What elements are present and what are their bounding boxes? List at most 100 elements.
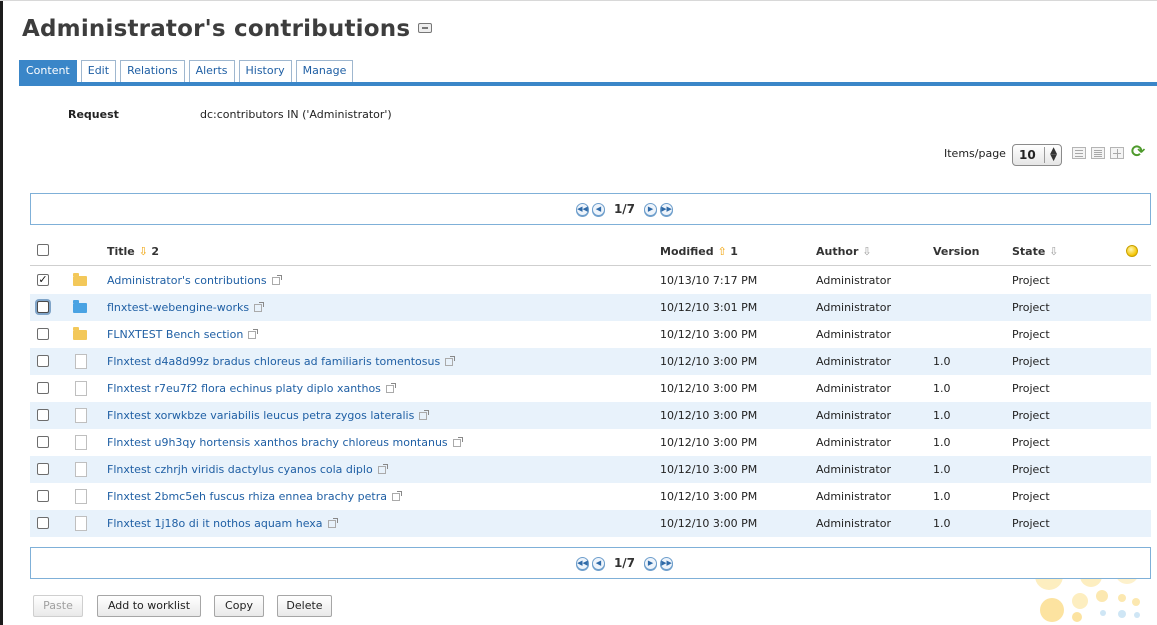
- table-row[interactable]: Flnxtest r7eu7f2 flora echinus platy dip…: [30, 375, 1151, 402]
- open-in-new-window-icon[interactable]: [445, 356, 455, 366]
- row-author: Administrator: [816, 409, 891, 422]
- items-per-page-label: Items/page: [944, 147, 1006, 160]
- tab-history[interactable]: History: [238, 60, 292, 82]
- table-row[interactable]: FLNXTEST Bench section 10/12/10 3:00 PM Ad…: [30, 321, 1151, 348]
- row-version: 1.0: [933, 463, 951, 476]
- row-modified: 10/12/10 3:00 PM: [660, 409, 758, 422]
- first-page-icon[interactable]: ◀◀: [575, 556, 589, 570]
- sort-up-icon: ⇧: [717, 245, 731, 258]
- row-title-link[interactable]: Flnxtest d4a8d99z bradus chloreus ad fam…: [107, 355, 440, 368]
- row-title-link[interactable]: FLNXTEST Bench section: [107, 328, 243, 341]
- select-all-checkbox[interactable]: [37, 244, 49, 256]
- request-label: Request: [68, 108, 119, 121]
- delete-button[interactable]: Delete: [277, 595, 332, 617]
- tab-alerts[interactable]: Alerts: [188, 60, 235, 82]
- add-to-worklist-button[interactable]: Add to worklist: [97, 595, 201, 617]
- folder-icon: [73, 327, 87, 340]
- row-checkbox[interactable]: [37, 517, 49, 529]
- column-modified-label: Modified: [660, 245, 714, 258]
- row-title-link[interactable]: flnxtest-webengine-works: [107, 301, 249, 314]
- row-title-link[interactable]: Flnxtest 1j18o di it nothos aquam hexa: [107, 517, 323, 530]
- row-author: Administrator: [816, 274, 891, 287]
- open-in-new-window-icon[interactable]: [378, 464, 388, 474]
- thumbnail-view-icon[interactable]: [1110, 147, 1124, 159]
- items-per-page-select[interactable]: 10 ▲ ▼: [1012, 144, 1062, 166]
- row-title-link[interactable]: Flnxtest r7eu7f2 flora echinus platy dip…: [107, 382, 381, 395]
- row-state: Project: [1012, 328, 1050, 341]
- column-modified-sort-order: 1: [730, 245, 738, 258]
- table-row[interactable]: Flnxtest czhrjh viridis dactylus cyanos …: [30, 456, 1151, 483]
- previous-page-icon[interactable]: ◀: [591, 202, 605, 216]
- last-page-icon[interactable]: ▶▶: [660, 556, 674, 570]
- workspace-icon: [73, 300, 87, 313]
- row-author: Administrator: [816, 301, 891, 314]
- column-title[interactable]: Title ⇩ 2: [107, 245, 159, 258]
- row-title-link[interactable]: Flnxtest czhrjh viridis dactylus cyanos …: [107, 463, 373, 476]
- first-page-icon[interactable]: ◀◀: [575, 202, 589, 216]
- open-in-new-window-icon[interactable]: [248, 329, 258, 339]
- column-modified[interactable]: Modified ⇧ 1: [660, 245, 738, 258]
- tab-content[interactable]: Content: [19, 60, 77, 82]
- open-in-new-window-icon[interactable]: [254, 302, 264, 312]
- next-page-icon[interactable]: ▶: [644, 556, 658, 570]
- select-arrows-icon: ▲ ▼: [1050, 146, 1057, 163]
- list-view-icon[interactable]: [1072, 147, 1086, 159]
- tab-edit[interactable]: Edit: [80, 60, 117, 82]
- compact-list-view-icon[interactable]: [1091, 147, 1105, 159]
- row-state: Project: [1012, 382, 1050, 395]
- row-checkbox[interactable]: [37, 301, 49, 313]
- open-in-new-window-icon[interactable]: [419, 410, 429, 420]
- document-icon: [75, 435, 87, 450]
- table-row[interactable]: Flnxtest u9h3qy hortensis xanthos brachy…: [30, 429, 1151, 456]
- table-row[interactable]: ✓ Administrator's contributions 10/13/10 7…: [30, 267, 1151, 294]
- row-title-link[interactable]: Flnxtest u9h3qy hortensis xanthos brachy…: [107, 436, 448, 449]
- document-icon: [75, 408, 87, 423]
- column-author-label: Author: [816, 245, 859, 258]
- sort-neutral-icon: ⇩: [1049, 245, 1059, 258]
- row-checkbox[interactable]: ✓: [37, 274, 49, 286]
- open-in-new-window-icon[interactable]: [392, 491, 402, 501]
- table-row[interactable]: flnxtest-webengine-works 10/12/10 3:01 PM…: [30, 294, 1151, 321]
- table-row[interactable]: Flnxtest xorwkbze variabilis leucus petr…: [30, 402, 1151, 429]
- table-row[interactable]: Flnxtest d4a8d99z bradus chloreus ad fam…: [30, 348, 1151, 375]
- row-checkbox[interactable]: [37, 463, 49, 475]
- open-in-new-window-icon[interactable]: [453, 437, 463, 447]
- sort-down-icon: ⇩: [138, 245, 152, 258]
- row-modified: 10/12/10 3:00 PM: [660, 355, 758, 368]
- column-version[interactable]: Version: [933, 245, 980, 258]
- open-in-new-window-icon[interactable]: [386, 383, 396, 393]
- row-title-link[interactable]: Flnxtest 2bmc5eh fuscus rhiza ennea brac…: [107, 490, 387, 503]
- row-state: Project: [1012, 436, 1050, 449]
- table-row[interactable]: Flnxtest 1j18o di it nothos aquam hexa 10…: [30, 510, 1151, 537]
- row-title-link[interactable]: Administrator's contributions: [107, 274, 267, 287]
- row-version: 1.0: [933, 517, 951, 530]
- sort-neutral-icon: ⇩: [862, 245, 872, 258]
- refresh-icon[interactable]: ⟳: [1131, 142, 1145, 162]
- column-state[interactable]: State ⇩: [1012, 245, 1058, 258]
- row-title-link[interactable]: Flnxtest xorwkbze variabilis leucus petr…: [107, 409, 414, 422]
- lightbulb-icon[interactable]: [1126, 245, 1138, 257]
- row-checkbox[interactable]: [37, 409, 49, 421]
- folder-icon: [73, 273, 87, 286]
- open-in-new-window-icon[interactable]: [328, 518, 338, 528]
- next-page-icon[interactable]: ▶: [644, 202, 658, 216]
- row-checkbox[interactable]: [37, 436, 49, 448]
- tab-relations[interactable]: Relations: [120, 60, 185, 82]
- last-page-icon[interactable]: ▶▶: [660, 202, 674, 216]
- row-checkbox[interactable]: [37, 328, 49, 340]
- table-row[interactable]: Flnxtest 2bmc5eh fuscus rhiza ennea brac…: [30, 483, 1151, 510]
- column-author[interactable]: Author ⇩: [816, 245, 871, 258]
- row-checkbox[interactable]: [37, 490, 49, 502]
- row-checkbox[interactable]: [37, 382, 49, 394]
- document-icon: [75, 516, 87, 531]
- row-checkbox[interactable]: [37, 355, 49, 367]
- tab-manage[interactable]: Manage: [295, 60, 354, 82]
- paste-button[interactable]: Paste: [33, 595, 83, 617]
- copy-button[interactable]: Copy: [214, 595, 264, 617]
- window-border: [0, 0, 3, 625]
- row-state: Project: [1012, 490, 1050, 503]
- previous-page-icon[interactable]: ◀: [591, 556, 605, 570]
- row-state: Project: [1012, 301, 1050, 314]
- permalink-icon[interactable]: [418, 23, 433, 33]
- open-in-new-window-icon[interactable]: [272, 275, 282, 285]
